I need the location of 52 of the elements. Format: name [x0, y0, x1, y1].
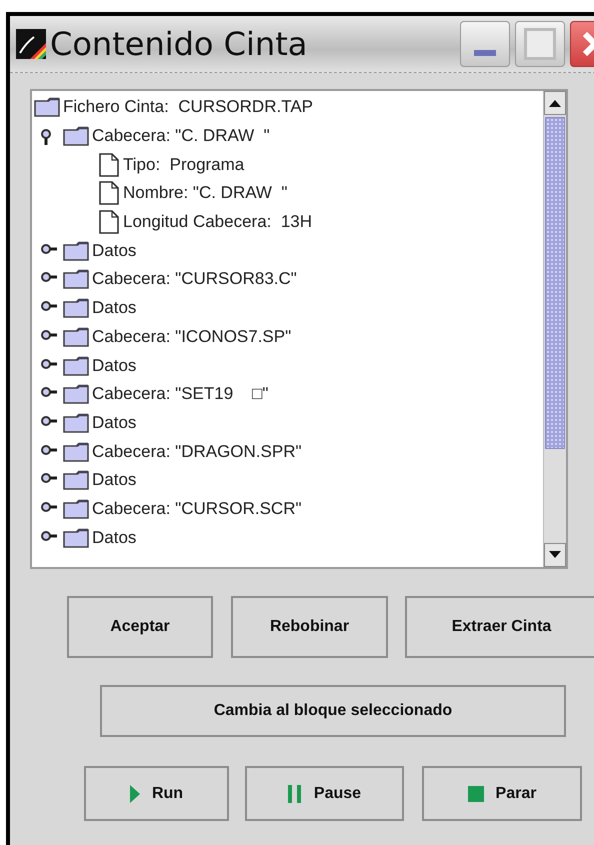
folder-icon: [63, 126, 89, 146]
folder-icon: [63, 356, 89, 376]
tree-item[interactable]: Longitud Cabecera: 13H: [123, 212, 312, 232]
action-button[interactable]: Run: [84, 766, 229, 821]
tree-item[interactable]: Cabecera: "SET19 □": [92, 384, 268, 404]
action-button[interactable]: Rebobinar: [231, 596, 388, 658]
folder-icon: [63, 498, 89, 519]
folder-icon: [63, 470, 89, 490]
up-arrow-icon: [549, 99, 561, 107]
folder-icon: [63, 442, 89, 462]
tree-item[interactable]: Datos: [92, 470, 136, 490]
tree-item[interactable]: Nombre: "C. DRAW ": [123, 183, 288, 204]
tree-item[interactable]: Fichero Cinta: CURSORDR.TAP: [63, 97, 314, 118]
folder-icon: [63, 528, 89, 548]
action-button[interactable]: Cambia al bloque seleccionado: [100, 685, 566, 737]
minimize-button[interactable]: [460, 21, 510, 67]
window-title: Contenido Cinta: [50, 25, 308, 63]
stop-icon: [468, 786, 484, 802]
file-icon: [98, 210, 120, 234]
folder-icon: [34, 97, 60, 118]
tree-item[interactable]: Datos: [92, 412, 136, 433]
tree-item[interactable]: Cabecera: "CURSOR83.C": [92, 269, 297, 290]
tree-item[interactable]: Datos: [92, 528, 136, 548]
file-icon: [98, 181, 120, 206]
scroll-thumb[interactable]: [545, 117, 565, 449]
action-button[interactable]: Extraer Cinta: [405, 596, 594, 658]
tree-item[interactable]: Cabecera: "DRAGON.SPR": [92, 442, 302, 462]
folder-icon: [63, 384, 89, 404]
action-button[interactable]: Aceptar: [67, 596, 213, 658]
pause-icon: [288, 784, 302, 802]
scrollbar[interactable]: [543, 91, 566, 567]
action-button[interactable]: Pause: [245, 766, 404, 821]
tree-item[interactable]: Datos: [92, 298, 136, 318]
action-button[interactable]: Parar: [422, 766, 582, 821]
folder-icon: [63, 269, 89, 290]
tree-item[interactable]: Cabecera: "C. DRAW ": [92, 126, 270, 146]
maximize-button[interactable]: [515, 21, 565, 67]
tree-item[interactable]: Datos: [92, 240, 136, 261]
file-icon: [98, 152, 120, 177]
down-arrow-icon: [549, 551, 561, 559]
folder-icon: [63, 298, 89, 318]
folder-icon: [63, 240, 89, 261]
folder-icon: [63, 326, 89, 347]
scroll-up-button[interactable]: [544, 91, 566, 115]
folder-icon: [63, 412, 89, 433]
tree-item[interactable]: Cabecera: "CURSOR.SCR": [92, 498, 302, 519]
play-icon: [130, 784, 140, 802]
tree-item[interactable]: Cabecera: "ICONOS7.SP": [92, 326, 292, 347]
scroll-down-button[interactable]: [544, 543, 566, 567]
tree-item[interactable]: Datos: [92, 356, 136, 376]
app-logo-icon: [16, 29, 46, 59]
tree-item[interactable]: Tipo: Programa: [123, 154, 244, 175]
